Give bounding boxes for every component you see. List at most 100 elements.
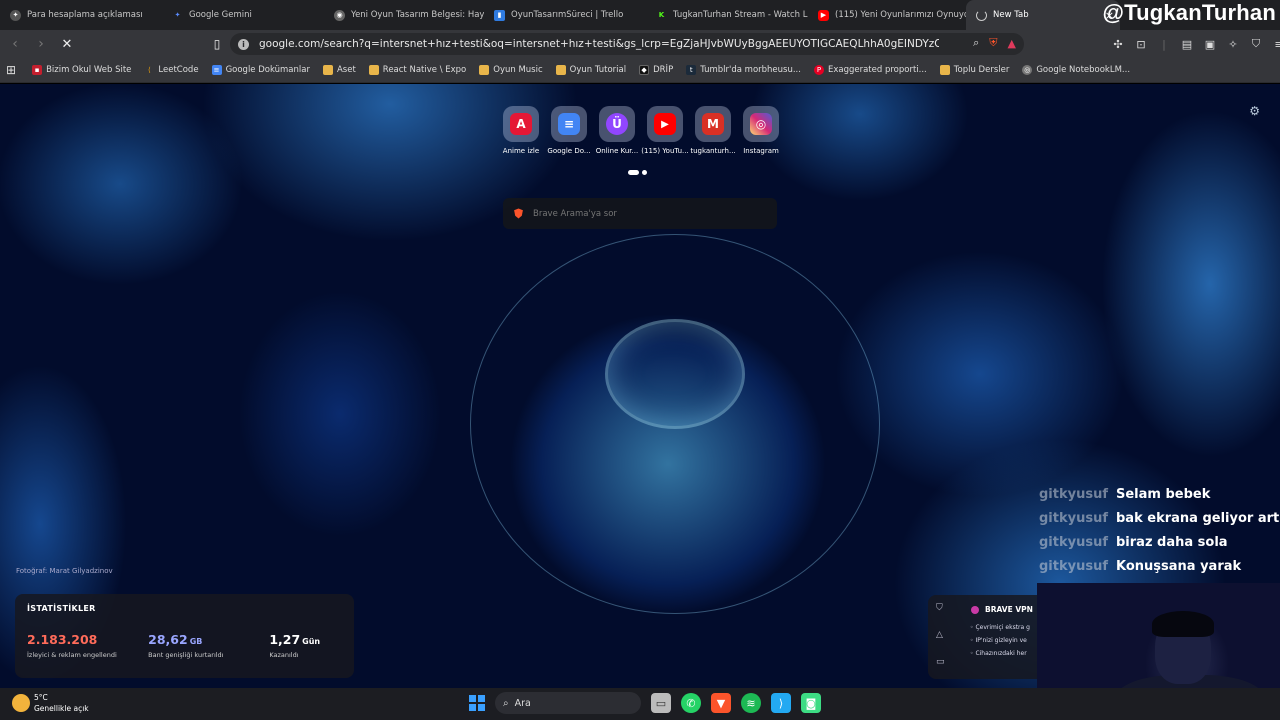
folder-icon <box>939 65 950 75</box>
file-explorer-icon[interactable]: ▭ <box>651 693 671 713</box>
chat-message: gitkyusuf Selam bebek <box>1039 482 1280 506</box>
tab-oyun-tasarim-belgesi[interactable]: ◉ Yeni Oyun Tasarım Belgesi: Hayatta <box>324 0 484 30</box>
bookmark-oyun-music[interactable]: Oyun Music <box>479 65 543 75</box>
widget-switcher: ⛉ △ ▭ <box>936 603 945 667</box>
vpn-feature: ◦ Cihazınızdaki her <box>970 650 1027 657</box>
taskbar-search[interactable]: ⌕ Ara <box>495 692 641 714</box>
shortcut-instagram[interactable]: ◎ Instagram <box>740 106 782 155</box>
bookmark-oyun-tutorial[interactable]: Oyun Tutorial <box>555 65 626 75</box>
bookmark-tumblr[interactable]: t Tumblr'da morbheusu... <box>686 65 801 75</box>
bookmark-aset[interactable]: Aset <box>322 65 356 75</box>
shortcut-gmail[interactable]: M tugkanturh... <box>690 106 736 155</box>
brave-lion-icon <box>514 208 523 219</box>
brave-vpn-widget[interactable]: ⛉ △ ▭ BRAVE VPN ◦ Çevrimiçi ekstra g ◦ I… <box>928 595 1043 679</box>
google-docs-icon: ≡ <box>558 113 580 135</box>
stat-unit: Gün <box>302 637 321 646</box>
tab-kick-stream[interactable]: K TugkanTurhan Stream - Watch Live <box>646 0 808 30</box>
leo-ai-icon[interactable]: ✧ <box>1225 33 1241 55</box>
shortcut-tile: ▶ <box>647 106 683 142</box>
chat-text: Konuşsana yarak <box>1116 558 1242 574</box>
android-studio-icon[interactable]: ◙ <box>801 693 821 713</box>
vpn-logo-icon <box>971 605 979 614</box>
spotify-icon[interactable]: ≋ <box>741 693 761 713</box>
bookmark-react-native[interactable]: React Native \ Expo <box>368 65 466 75</box>
pinterest-icon: P <box>813 65 824 75</box>
apps-icon[interactable]: ⊞ <box>6 63 16 77</box>
vpn-shield-icon[interactable]: ⛉ <box>936 603 945 613</box>
menu-icon[interactable]: ≡ <box>1271 33 1280 55</box>
stat-time-saved: 1,27 Gün Kazanıldı <box>269 629 342 659</box>
shortcut-google-docs[interactable]: ≡ Google Do... <box>547 106 591 155</box>
forward-icon[interactable]: › <box>30 33 52 55</box>
brave-rewards-icon[interactable]: ▲ <box>1008 37 1016 50</box>
windows-taskbar: 5°C Genellikle açık ⌕ Ara ▭ ✆ ▼ ≋ ⟩ ◙ <box>0 688 1280 720</box>
wallet-icon[interactable]: ▣ <box>1202 33 1218 55</box>
brave-icon[interactable]: ▼ <box>711 693 731 713</box>
tab-para-hesaplama[interactable]: ✦ Para hesaplama açıklaması <box>0 0 162 30</box>
shortcut-anime-izle[interactable]: A Anime izle <box>500 106 542 155</box>
tab-trello[interactable]: ▮ OyunTasarımSüreci | Trello <box>484 0 646 30</box>
bookmark-google-docs[interactable]: ≡ Google Dokümanlar <box>211 65 310 75</box>
page-dot[interactable] <box>642 170 647 175</box>
webcam-person-hair <box>1152 611 1214 637</box>
bookmark-drip[interactable]: ◆ DRİP <box>639 65 673 75</box>
leetcode-icon: ⟨ <box>148 66 151 74</box>
instagram-icon: ◎ <box>750 113 772 135</box>
chat-text: biraz daha sola <box>1116 534 1228 550</box>
google-docs-icon: ≡ <box>211 65 222 75</box>
stat-bandwidth-saved: 28,62 GB Bant genişliği kurtarıldı <box>148 629 269 659</box>
folder-icon <box>368 65 379 75</box>
streamer-handle-overlay: @TugkanTurhan <box>1102 0 1276 25</box>
stat-desc: Kazanıldı <box>269 651 299 659</box>
stat-desc: Bant genişliği kurtarıldı <box>148 651 224 659</box>
bookmark-notebooklm[interactable]: ◎ Google NotebookLM... <box>1022 65 1130 75</box>
page-dot-active[interactable] <box>628 170 639 175</box>
shortcut-tile: M <box>695 106 731 142</box>
tab-new-tab[interactable]: New Tab × <box>966 0 1120 30</box>
bookmark-bizim-okul[interactable]: ▪ Bizim Okul Web Site <box>32 65 131 75</box>
chat-message: gitkyusuf bak ekrana geliyor artık <box>1039 506 1280 530</box>
extensions-icon[interactable]: ✣ <box>1110 33 1126 55</box>
warning-icon[interactable]: △ <box>936 630 945 640</box>
brave-shields-icon[interactable]: ⛨ <box>989 36 997 50</box>
brave-search-box[interactable] <box>503 198 777 229</box>
brave-search-input[interactable] <box>533 208 763 219</box>
vscode-icon[interactable]: ⟩ <box>771 693 791 713</box>
stats-widget[interactable]: İSTATİSTİKLER 2.183.208 İzleyici & rekla… <box>15 594 354 678</box>
address-url[interactable]: google.com/search?q=intersnet+hız+testi&… <box>259 38 939 50</box>
chat-username: gitkyusuf <box>1039 534 1108 550</box>
vpn-icon[interactable]: ⛉ <box>1248 33 1264 55</box>
shortcut-online-kurs[interactable]: Ü Online Kur... <box>596 106 638 155</box>
bookmark-pinterest[interactable]: P Exaggerated proporti... <box>813 65 927 75</box>
bookmark-page-icon[interactable]: ▯ <box>206 33 228 55</box>
tab-youtube[interactable]: ▶ (115) Yeni Oyunlarımızı Oynuyoruz <box>808 0 966 30</box>
page-settings-icon[interactable]: ⚙ <box>1249 104 1260 118</box>
zoom-search-icon[interactable]: ⌕ <box>973 36 979 50</box>
chatgpt-icon: ✦ <box>10 9 21 21</box>
weather-temp: 5°C <box>34 693 48 702</box>
tab-google-gemini[interactable]: ✦ Google Gemini <box>162 0 324 30</box>
chat-username: gitkyusuf <box>1039 558 1108 574</box>
stop-loading-icon[interactable]: ✕ <box>56 33 78 55</box>
bookmark-toplu-dersler[interactable]: Toplu Dersler <box>939 65 1009 75</box>
whatsapp-icon[interactable]: ✆ <box>681 693 701 713</box>
back-icon[interactable]: ‹ <box>4 33 26 55</box>
notebooklm-icon: ◎ <box>1022 65 1033 75</box>
bookmark-leetcode[interactable]: ⟨ LeetCode <box>144 65 199 75</box>
site-info-icon[interactable]: i <box>238 38 249 50</box>
shortcut-tile: ≡ <box>551 106 587 142</box>
sidebar-icon[interactable]: ▤ <box>1179 33 1195 55</box>
school-icon: ▪ <box>32 65 43 75</box>
shortcut-label: Anime izle <box>502 147 540 155</box>
windows-start-icon[interactable] <box>469 695 485 711</box>
stat-value: 28,62 <box>148 632 188 647</box>
shortcut-youtube[interactable]: ▶ (115) YouTu... <box>641 106 689 155</box>
folder-icon <box>555 65 566 75</box>
vpn-feature: ◦ Çevrimiçi ekstra g <box>970 624 1030 631</box>
wallet-card-icon[interactable]: ▭ <box>936 657 945 667</box>
stat-value: 2.183.208 <box>27 632 98 647</box>
address-bar[interactable]: i google.com/search?q=intersnet+hız+test… <box>230 33 1024 55</box>
shortcut-tile: A <box>503 106 539 142</box>
screenshot-icon[interactable]: ⊡ <box>1133 33 1149 55</box>
weather-widget[interactable]: 5°C Genellikle açık <box>12 692 89 714</box>
